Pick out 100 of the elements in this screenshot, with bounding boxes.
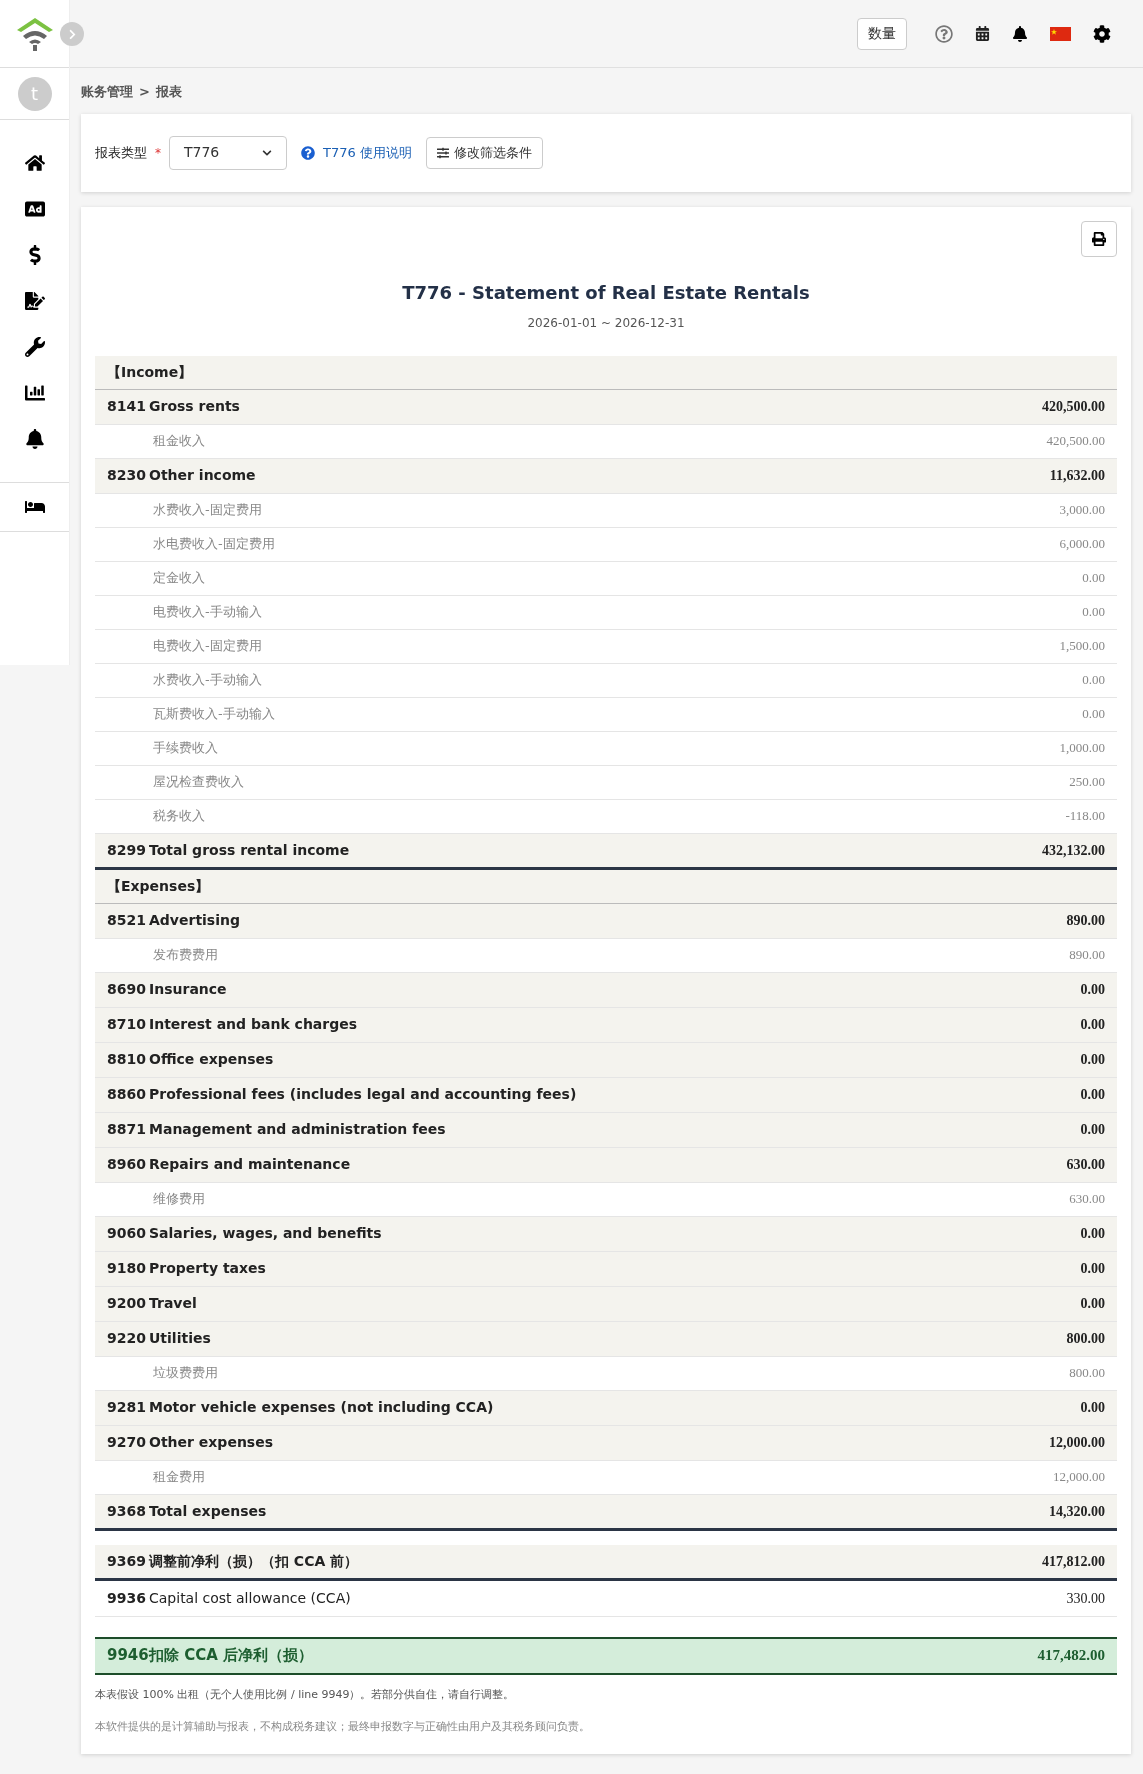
amount: 0.00 <box>1080 1016 1105 1034</box>
usage-guide-link[interactable]: T776 使用说明 <box>323 142 412 163</box>
section-heading: 【Income】 <box>107 362 193 382</box>
line-label: Interest and bank charges <box>149 1015 358 1034</box>
print-button[interactable] <box>1081 220 1117 257</box>
line-label: Total expenses <box>149 1501 267 1521</box>
line-label: Repairs and maintenance <box>149 1155 351 1174</box>
line-code: 9368 <box>107 1501 147 1521</box>
line-code: 8230 <box>107 466 147 485</box>
detail-label: 发布费费用 <box>152 946 218 965</box>
line-code: 9946 <box>107 1645 149 1667</box>
line-code: 8299 <box>107 840 147 860</box>
amount: 432,132.00 <box>1042 841 1105 860</box>
amount: 890.00 <box>1069 946 1105 965</box>
line-label: Other income <box>149 466 256 485</box>
detail-label: 垃圾费费用 <box>152 1364 218 1383</box>
detail-label: 电费收入-固定费用 <box>152 637 262 656</box>
line-code: 9200 <box>107 1294 147 1313</box>
detail-label: 水费收入-手动输入 <box>152 671 262 690</box>
wrench-icon[interactable] <box>22 335 47 359</box>
amount: 250.00 <box>1069 773 1105 792</box>
line-label: Salaries, wages, and benefits <box>149 1224 382 1243</box>
amount: 0.00 <box>1080 1295 1105 1313</box>
detail-label: 租金收入 <box>152 432 205 451</box>
amount: 0.00 <box>1080 1399 1105 1417</box>
amount: 0.00 <box>1080 1260 1105 1278</box>
amount: -118.00 <box>1065 807 1105 826</box>
amount: 3,000.00 <box>1059 501 1105 520</box>
amount: 0.00 <box>1080 1225 1105 1243</box>
line-code: 9936 <box>107 1588 147 1608</box>
disclaimer-note: 本软件提供的是计算辅助与报表，不构成税务建议；最终申报数字与正确性由用户及其税务顾问负责。 <box>95 1719 591 1735</box>
required-mark: * <box>155 144 161 162</box>
line-label: Total gross rental income <box>149 840 350 860</box>
help-icon <box>301 145 315 160</box>
line-code: 8521 <box>107 911 147 930</box>
line-code: 8860 <box>107 1085 147 1104</box>
line-label: Management and administration fees <box>149 1120 446 1139</box>
amount: 0.00 <box>1080 981 1105 999</box>
section-heading: 【Expenses】 <box>107 876 210 896</box>
modify-filter-button[interactable]: 修改筛选条件 <box>425 136 543 169</box>
breadcrumb-item[interactable]: 报表 <box>155 82 182 102</box>
detail-label: 电费收入-手动输入 <box>152 603 262 622</box>
chevron-down-icon <box>262 147 272 158</box>
detail-label: 维修费用 <box>152 1190 205 1209</box>
detail-label: 定金收入 <box>152 569 205 588</box>
amount: 6,000.00 <box>1059 535 1105 554</box>
detail-label: 水费收入-固定费用 <box>152 501 262 520</box>
amount: 417,812.00 <box>1042 1552 1105 1571</box>
line-code: 8810 <box>107 1050 147 1069</box>
quantity-button[interactable]: 数量 <box>857 17 907 50</box>
amount: 417,482.00 <box>1037 1646 1105 1666</box>
line-code: 9060 <box>107 1224 147 1243</box>
line-label: Travel <box>149 1294 197 1313</box>
amount: 11,632.00 <box>1049 467 1105 485</box>
line-code: 8141 <box>107 397 147 416</box>
detail-label: 租金费用 <box>152 1468 205 1487</box>
line-label: Insurance <box>149 980 227 999</box>
help-icon[interactable] <box>935 24 953 43</box>
detail-label: 屋况检查费收入 <box>152 773 244 792</box>
settings-icon[interactable] <box>1093 24 1111 43</box>
flag-icon[interactable] <box>1050 26 1071 41</box>
assumption-note: 本表假设 100% 出租（无个人使用比例 / line 9949）。若部分供自住，请自行调整。 <box>95 1686 516 1703</box>
report-period: 2026-01-01 ~ 2026-12-31 <box>527 314 685 332</box>
detail-label: 税务收入 <box>152 807 205 826</box>
amount: 630.00 <box>1066 1156 1105 1174</box>
line-code: 8960 <box>107 1155 147 1174</box>
amount: 12,000.00 <box>1049 1434 1105 1452</box>
bell-icon[interactable] <box>1012 25 1028 42</box>
line-label: Motor vehicle expenses (not including CCA) <box>149 1398 494 1417</box>
amount: 890.00 <box>1066 912 1105 930</box>
amount: 800.00 <box>1066 1330 1105 1348</box>
amount: 0.00 <box>1080 1121 1105 1139</box>
breadcrumb-separator: > <box>139 83 150 101</box>
amount: 0.00 <box>1082 603 1105 622</box>
amount: 800.00 <box>1069 1364 1105 1383</box>
line-label: Utilities <box>149 1329 211 1348</box>
line-label: Office expenses <box>149 1050 274 1069</box>
calendar-icon[interactable] <box>975 26 990 41</box>
line-label: Professional fees (includes legal and accounting fees) <box>149 1085 577 1104</box>
report-type-label: 报表类型 <box>95 143 147 162</box>
sliders-icon <box>436 146 449 159</box>
print-icon <box>1092 231 1106 246</box>
line-label: Property taxes <box>149 1259 266 1278</box>
line-code: 9180 <box>107 1259 147 1278</box>
breadcrumb-item[interactable]: 账务管理 <box>81 82 133 102</box>
report-title: T776 - Statement of Real Estate Rentals <box>402 280 810 305</box>
line-label: Advertising <box>149 911 240 930</box>
amount: 630.00 <box>1069 1190 1105 1209</box>
signature-icon[interactable] <box>22 289 47 313</box>
amount: 330.00 <box>1066 1589 1105 1608</box>
line-label: 调整前净利（损）（扣 CCA 前） <box>149 1551 359 1571</box>
detail-label: 水电费收入-固定费用 <box>152 535 275 554</box>
report-type-select[interactable]: T776 <box>169 135 287 170</box>
line-code: 8871 <box>107 1120 147 1139</box>
amount: 420,500.00 <box>1046 432 1105 451</box>
detail-label: 手续费收入 <box>152 739 218 758</box>
amount: 420,500.00 <box>1042 398 1105 416</box>
line-code: 8690 <box>107 980 147 999</box>
line-code: 9281 <box>107 1398 147 1417</box>
amount: 14,320.00 <box>1049 1502 1105 1521</box>
